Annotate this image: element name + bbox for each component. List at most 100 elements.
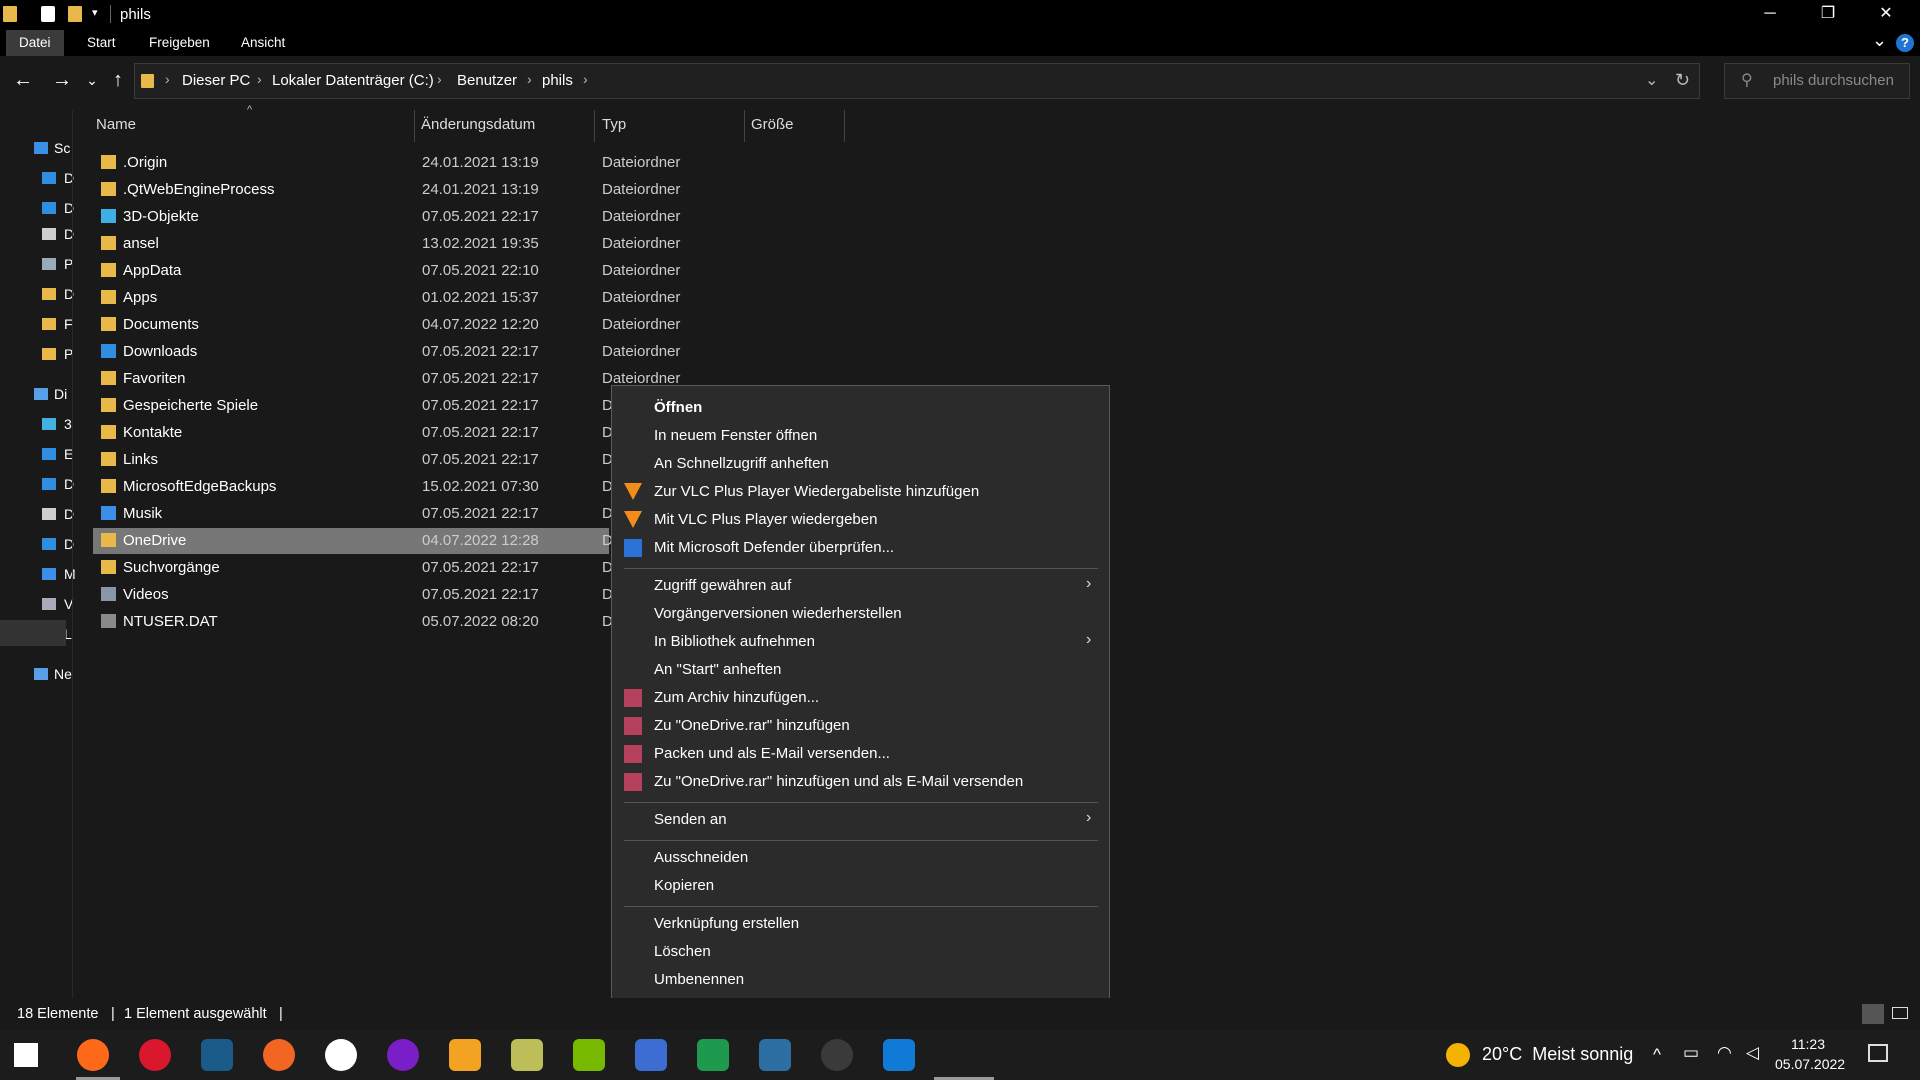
file-row[interactable]: Links 07.05.2021 22:17 D: [93, 447, 613, 473]
breadcrumb-phils[interactable]: phils: [542, 72, 573, 89]
tab-freigeben[interactable]: Freigeben: [136, 30, 223, 56]
column-divider[interactable]: [744, 110, 745, 142]
file-row[interactable]: Videos 07.05.2021 22:17 D: [93, 582, 613, 608]
search-placeholder[interactable]: phils durchsuchen: [1773, 72, 1894, 89]
notepad-icon[interactable]: [449, 1039, 481, 1071]
column-header-date[interactable]: Änderungsdatum: [421, 116, 535, 133]
obs-icon[interactable]: [759, 1039, 791, 1071]
remote-desktop-icon[interactable]: [573, 1039, 605, 1071]
excel-icon[interactable]: [635, 1039, 667, 1071]
menu-item[interactable]: Zugriff gewähren auf: [654, 577, 791, 594]
file-row[interactable]: AppData 07.05.2021 22:10 Dateiordner: [93, 258, 680, 284]
breadcrumb-benutzer[interactable]: Benutzer: [457, 72, 517, 89]
sidebar-item-label[interactable]: E: [64, 446, 86, 462]
sidebar-item-label[interactable]: D: [64, 506, 86, 522]
file-row[interactable]: .Origin 24.01.2021 13:19 Dateiordner: [93, 150, 680, 176]
menu-item[interactable]: Mit VLC Plus Player wiedergeben: [654, 511, 877, 528]
sidebar-item-label[interactable]: D: [64, 226, 86, 242]
file-row[interactable]: Documents 04.07.2022 12:20 Dateiordner: [93, 312, 680, 338]
close-button[interactable]: ✕: [1858, 0, 1914, 30]
volume-icon[interactable]: ◁: [1746, 1043, 1759, 1063]
column-divider[interactable]: [844, 110, 845, 142]
recent-locations-button[interactable]: ⌄: [78, 66, 106, 94]
weather-icon[interactable]: [1446, 1043, 1470, 1067]
sidebar-item-label[interactable]: F: [64, 316, 86, 332]
sidebar-item-label[interactable]: D: [64, 200, 86, 216]
menu-item[interactable]: Mit Microsoft Defender überprüfen...: [654, 539, 894, 556]
menu-item[interactable]: Zur VLC Plus Player Wiedergabeliste hinz…: [654, 483, 979, 500]
menu-item[interactable]: An Schnellzugriff anheften: [654, 455, 829, 472]
sidebar-item-label[interactable]: D: [64, 170, 86, 186]
tab-start[interactable]: Start: [74, 30, 129, 56]
notification-center-icon[interactable]: [1868, 1044, 1888, 1062]
ms-store-icon[interactable]: [387, 1039, 419, 1071]
menu-item[interactable]: Ausschneiden: [654, 849, 748, 866]
menu-item[interactable]: Kopieren: [654, 877, 714, 894]
file-row[interactable]: MicrosoftEdgeBackups 15.02.2021 07:30 D: [93, 474, 613, 500]
address-bar[interactable]: › Dieser PC › Lokaler Datenträger (C:) ›…: [134, 63, 1700, 99]
menu-item[interactable]: An "Start" anheften: [654, 661, 781, 678]
column-divider[interactable]: [414, 110, 415, 142]
sidebar-item-label[interactable]: D: [64, 286, 86, 302]
file-row[interactable]: ansel 13.02.2021 19:35 Dateiordner: [93, 231, 680, 257]
steam-icon[interactable]: [201, 1039, 233, 1071]
menu-item[interactable]: Zu "OneDrive.rar" hinzufügen: [654, 717, 850, 734]
sidebar-item-label[interactable]: D: [64, 536, 86, 552]
column-header-size[interactable]: Größe: [751, 116, 794, 133]
sidebar-item-label[interactable]: V: [64, 596, 86, 612]
tray-chevron-icon[interactable]: ^: [1653, 1045, 1661, 1065]
tab-datei[interactable]: Datei: [6, 30, 64, 56]
minimize-button[interactable]: ─: [1742, 0, 1798, 30]
menu-item[interactable]: Zu "OneDrive.rar" hinzufügen und als E-M…: [654, 773, 1023, 790]
breadcrumb-separator[interactable]: ›: [437, 71, 442, 87]
menu-item[interactable]: Packen und als E-Mail versenden...: [654, 745, 890, 762]
customize-quick-access-icon[interactable]: ▾: [92, 6, 98, 19]
menu-item[interactable]: Zum Archiv hinzufügen...: [654, 689, 819, 706]
file-row[interactable]: Gespeicherte Spiele 07.05.2021 22:17 D: [93, 393, 613, 419]
menu-item[interactable]: In Bibliothek aufnehmen: [654, 633, 815, 650]
menu-item[interactable]: Umbenennen: [654, 971, 744, 988]
calculator-icon[interactable]: [697, 1039, 729, 1071]
tab-ansicht[interactable]: Ansicht: [228, 30, 298, 56]
file-explorer-icon[interactable]: [883, 1039, 915, 1071]
column-divider[interactable]: [594, 110, 595, 142]
file-row[interactable]: 3D-Objekte 07.05.2021 22:17 Dateiordner: [93, 204, 680, 230]
address-dropdown-icon[interactable]: ⌄: [1645, 70, 1658, 90]
up-button[interactable]: ↑: [104, 66, 132, 94]
pane-divider[interactable]: [72, 110, 73, 998]
file-row[interactable]: NTUSER.DAT 05.07.2022 08:20 D: [93, 609, 613, 635]
breadcrumb-dieser-pc[interactable]: Dieser PC: [182, 72, 250, 89]
menu-item[interactable]: In neuem Fenster öffnen: [654, 427, 817, 444]
sidebar-item-label[interactable]: D: [64, 476, 86, 492]
breadcrumb-lokaler-datentraeger[interactable]: Lokaler Datenträger (C:): [272, 72, 434, 89]
file-row[interactable]: Suchvorgänge 07.05.2021 22:17 D: [93, 555, 613, 581]
battery-icon[interactable]: ▭: [1683, 1043, 1699, 1063]
file-row[interactable]: Favoriten 07.05.2021 22:17 Dateiordner: [93, 366, 680, 392]
help-icon[interactable]: ?: [1896, 34, 1914, 52]
menu-item[interactable]: Vorgängerversionen wiederherstellen: [654, 605, 902, 622]
expand-ribbon-icon[interactable]: ⌄: [1872, 30, 1887, 51]
column-header-name[interactable]: Name: [96, 116, 136, 133]
menu-item[interactable]: Löschen: [654, 943, 711, 960]
menu-item[interactable]: Verknüpfung erstellen: [654, 915, 799, 932]
forward-button[interactable]: →: [48, 66, 76, 94]
origin-icon[interactable]: [263, 1039, 295, 1071]
file-row[interactable]: Downloads 07.05.2021 22:17 Dateiordner: [93, 339, 680, 365]
onedrive-icon[interactable]: [821, 1039, 853, 1071]
details-view-button[interactable]: [1862, 1004, 1884, 1024]
sidebar-item-label[interactable]: P: [64, 346, 86, 362]
restore-button[interactable]: ❐: [1800, 0, 1856, 30]
start-icon[interactable]: [14, 1043, 38, 1067]
properties-icon[interactable]: [41, 6, 55, 22]
weather-text[interactable]: 20°C Meist sonnig: [1482, 1044, 1633, 1065]
breadcrumb-separator[interactable]: ›: [165, 71, 170, 87]
nvidia-icon[interactable]: [511, 1039, 543, 1071]
sidebar-item-label[interactable]: L: [64, 626, 86, 642]
breadcrumb-separator[interactable]: ›: [257, 71, 262, 87]
file-row[interactable]: Apps 01.02.2021 15:37 Dateiordner: [93, 285, 680, 311]
sidebar-item-label[interactable]: M: [64, 566, 86, 582]
clock-time[interactable]: 11:23: [1791, 1036, 1825, 1052]
large-icons-view-button[interactable]: [1892, 1007, 1908, 1019]
file-row[interactable]: .QtWebEngineProcess 24.01.2021 13:19 Datei…: [93, 177, 680, 203]
refresh-icon[interactable]: ↻: [1675, 70, 1690, 91]
